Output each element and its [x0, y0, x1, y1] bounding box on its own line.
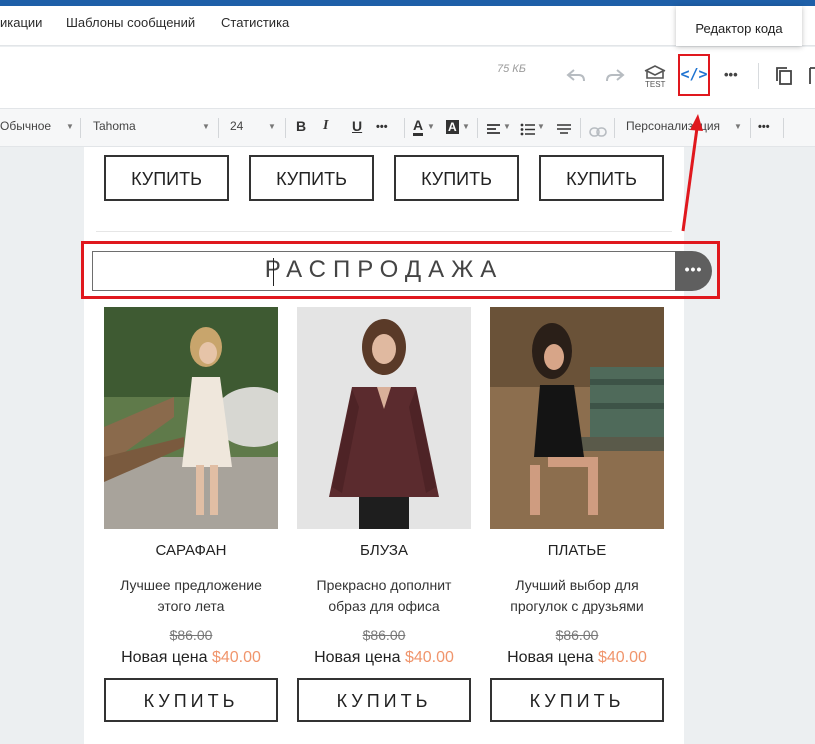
new-price[interactable]: Новая цена $40.00 [490, 649, 664, 667]
product-description[interactable]: Лучший выбор для прогулок с друзьями [490, 575, 664, 617]
new-price[interactable]: Новая цена $40.00 [297, 649, 471, 667]
product-name[interactable]: БЛУЗА [297, 542, 471, 559]
new-price-value: $40.00 [404, 649, 454, 666]
new-price[interactable]: Новая цена $40.00 [104, 649, 278, 667]
product-image[interactable] [297, 307, 471, 529]
description-line: этого лета [157, 598, 225, 614]
old-price[interactable]: $86.00 [297, 627, 471, 643]
description-line: Лучшее предложение [120, 577, 262, 593]
new-price-value: $40.00 [211, 649, 261, 666]
buy-button[interactable]: КУПИТЬ [104, 678, 278, 722]
old-price[interactable]: $86.00 [104, 627, 278, 643]
product-image[interactable] [104, 307, 278, 529]
description-line: образ для офиса [328, 598, 440, 614]
description-line: Прекрасно дополнит [316, 577, 452, 593]
buy-button[interactable]: КУПИТЬ [297, 678, 471, 722]
old-price[interactable]: $86.00 [490, 627, 664, 643]
description-line: Лучший выбор для [515, 577, 639, 593]
product-image[interactable] [490, 307, 664, 529]
product-name[interactable]: САРАФАН [104, 542, 278, 559]
description-line: прогулок с друзьями [510, 598, 644, 614]
buy-button[interactable]: КУПИТЬ [490, 678, 664, 722]
product-description[interactable]: Прекрасно дополнит образ для офиса [297, 575, 471, 617]
new-price-label: Новая цена [314, 649, 401, 666]
product-description[interactable]: Лучшее предложение этого лета [104, 575, 278, 617]
new-price-label: Новая цена [121, 649, 208, 666]
new-price-label: Новая цена [507, 649, 594, 666]
new-price-value: $40.00 [597, 649, 647, 666]
product-name[interactable]: ПЛАТЬЕ [490, 542, 664, 559]
